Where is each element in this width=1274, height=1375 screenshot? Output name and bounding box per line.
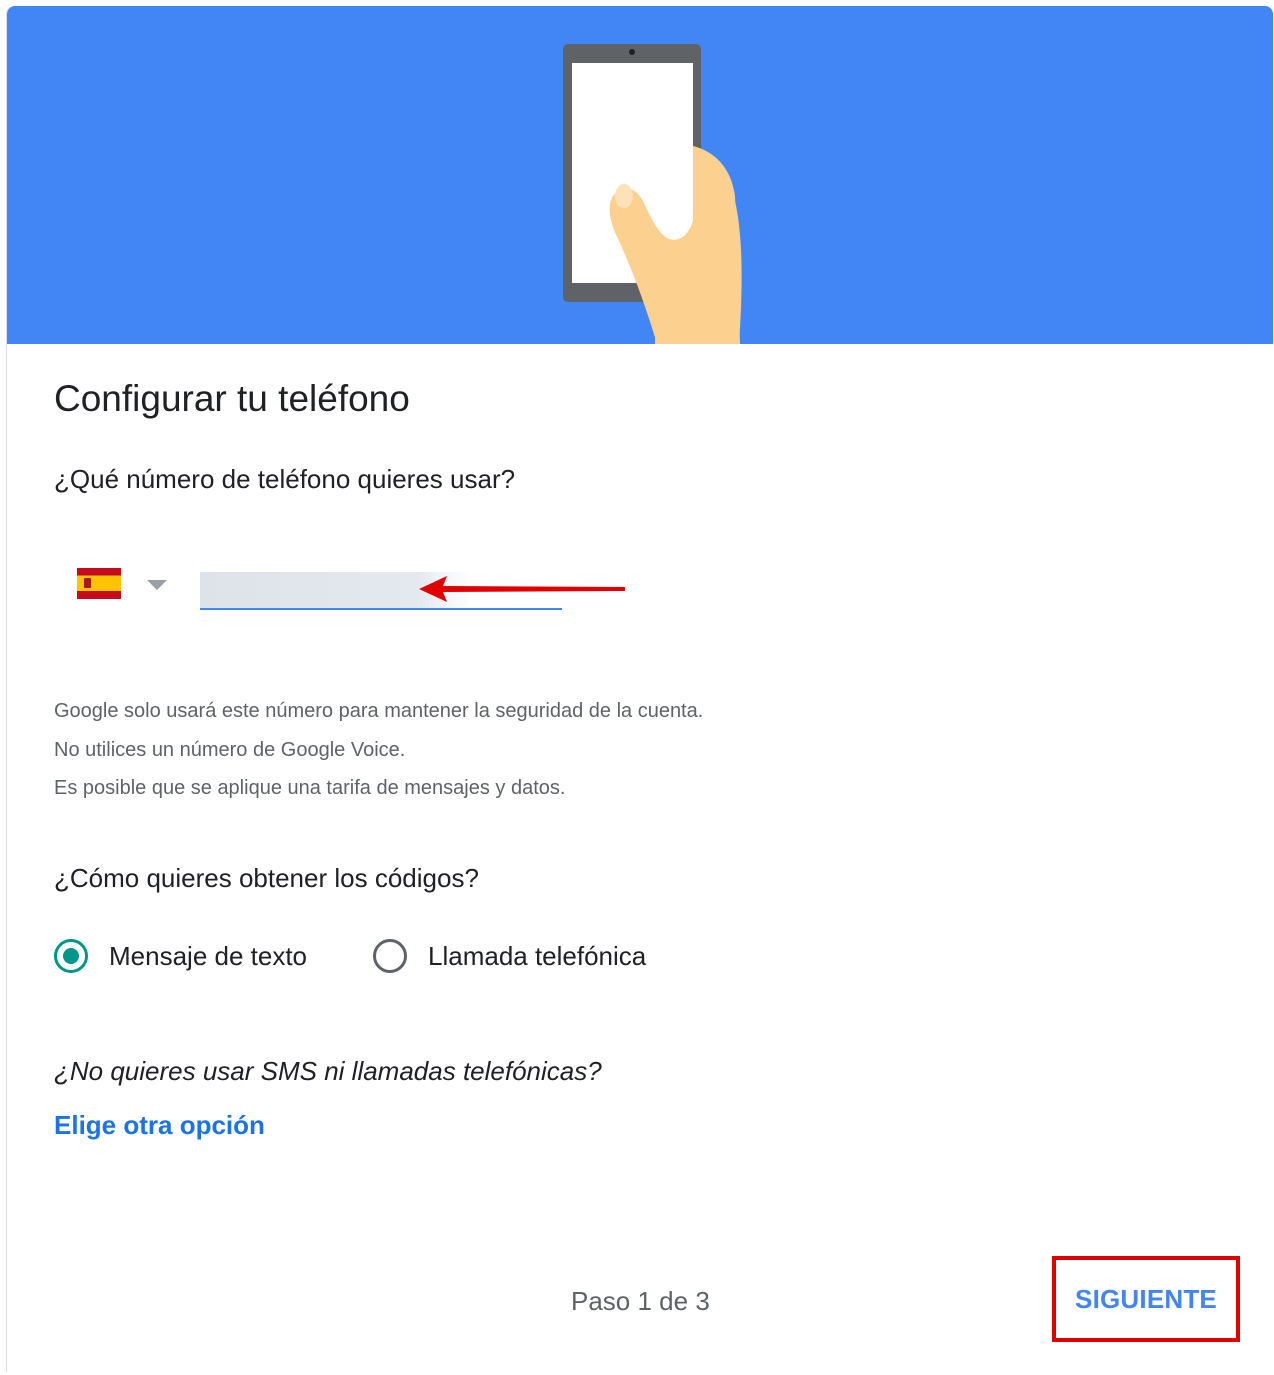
radio-label-phone-call: Llamada telefónica [428,940,647,971]
page-title: Configurar tu teléfono [54,378,410,419]
choose-other-option-link[interactable]: Elige otra opción [54,1110,265,1141]
info-line-rates: Es posible que se aplique una tarifa de … [54,777,566,799]
radio-unchecked-icon[interactable] [373,939,407,973]
step-indicator: Paso 1 de 3 [571,1286,710,1316]
setup-card: Configurar tu teléfono ¿Qué número de te… [6,6,1273,1372]
radio-checked-icon[interactable] [54,939,88,973]
info-line-google-voice: No utilices un número de Google Voice. [54,738,406,761]
radio-phone-call[interactable]: Llamada telefónica [373,936,646,976]
codes-question: ¿Cómo quieres obtener los códigos? [54,863,479,893]
caret-down-icon [147,580,167,590]
radio-label-text-message: Mensaje de texto [109,940,308,971]
red-arrow-annotation [419,576,625,602]
country-selector[interactable] [75,568,175,604]
flag-emblem [84,578,91,588]
info-line-security: Google solo usará este número para mante… [54,700,704,722]
phone-question: ¿Qué número de teléfono quieres usar? [54,464,516,494]
header-banner [7,6,1273,344]
spain-flag-icon [77,568,121,599]
next-button[interactable]: SIGUIENTE [1056,1260,1236,1338]
info-text: Google solo usará este número para mante… [54,692,703,808]
hand-holding-phone-illustration [563,44,742,344]
alternative-question: ¿No quieres usar SMS ni llamadas telefón… [54,1056,602,1086]
radio-text-message[interactable]: Mensaje de texto [54,936,307,976]
